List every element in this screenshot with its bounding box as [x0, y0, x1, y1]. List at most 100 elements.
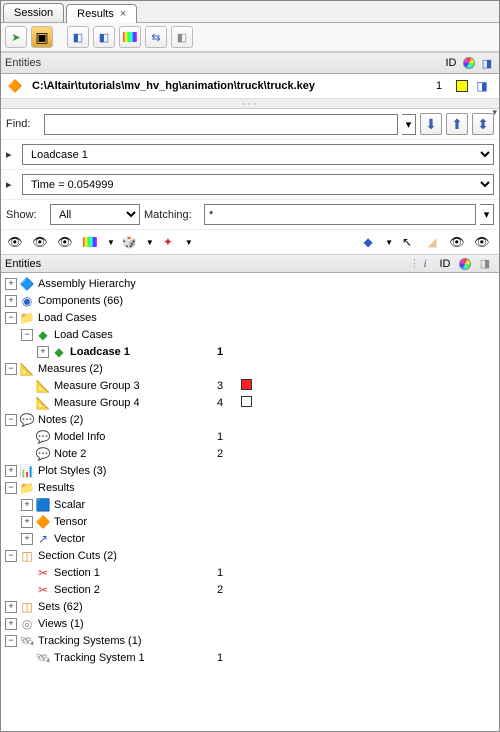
- expand-icon[interactable]: +: [5, 465, 17, 477]
- node-results[interactable]: − 📁 Results: [1, 479, 499, 496]
- node-modelinfo[interactable]: 💬 Model Info 1: [1, 428, 499, 445]
- loadcase-menu-arrow-icon[interactable]: ▸: [6, 148, 18, 161]
- node-mg3[interactable]: 📐 Measure Group 3 3: [1, 377, 499, 394]
- folder-icon: 📁: [19, 480, 35, 496]
- time-menu-arrow-icon[interactable]: ▸: [6, 178, 18, 191]
- collapse-icon[interactable]: −: [5, 482, 17, 494]
- cube-button-1[interactable]: ◧: [67, 26, 89, 48]
- cube-col-icon: ◨: [479, 55, 495, 71]
- node-scalar[interactable]: + 🟦 Scalar: [1, 496, 499, 513]
- collapse-icon[interactable]: −: [5, 363, 17, 375]
- axes-icon[interactable]: ✦: [160, 234, 176, 250]
- assembly-icon: 🔷: [19, 276, 35, 292]
- open-file-button[interactable]: ➤: [5, 26, 27, 48]
- show-select[interactable]: All: [50, 204, 140, 225]
- node-section2[interactable]: ✂ Section 2 2: [1, 581, 499, 598]
- sets-icon: ◫: [19, 599, 35, 615]
- entities-title: Entities: [5, 57, 441, 69]
- app-button[interactable]: ▣: [31, 26, 53, 48]
- node-section1[interactable]: ✂ Section 1 1: [1, 564, 499, 581]
- vector-icon: ↗: [35, 531, 51, 547]
- expand-icon[interactable]: +: [5, 618, 17, 630]
- find-input[interactable]: [44, 114, 398, 135]
- model-tree: + 🔷 Assembly Hierarchy + ◉ Components (6…: [1, 273, 499, 672]
- tracking-icon: 🛰: [35, 650, 51, 666]
- color-by-button[interactable]: [82, 234, 98, 250]
- find-prev-button[interactable]: ⬆: [446, 113, 468, 135]
- collapse-icon[interactable]: −: [21, 329, 33, 341]
- notes-icon: 💬: [19, 412, 35, 428]
- eye2-icon[interactable]: 👁: [32, 234, 48, 250]
- cube-menu-button[interactable]: ◆: [360, 234, 376, 250]
- paint-icon[interactable]: ◢: [424, 234, 440, 250]
- eye3-icon[interactable]: 👁: [57, 234, 73, 250]
- node-notes[interactable]: − 💬 Notes (2): [1, 411, 499, 428]
- matching-dropdown-arrow-icon[interactable]: ▾: [480, 204, 494, 225]
- measure-icon: 📐: [35, 378, 51, 394]
- node-views[interactable]: + ◎ Views (1): [1, 615, 499, 632]
- expand-icon[interactable]: +: [5, 601, 17, 613]
- node-loadcases-child[interactable]: − ◆ Load Cases: [1, 326, 499, 343]
- tab-results[interactable]: Results×: [66, 4, 137, 23]
- note-icon: 💬: [35, 429, 51, 445]
- components-icon: ◉: [19, 293, 35, 309]
- color-swatch[interactable]: [241, 379, 252, 390]
- node-loadcases[interactable]: − 📁 Load Cases: [1, 309, 499, 326]
- find-both-button[interactable]: ⬍: [472, 113, 494, 135]
- find-label: Find:: [6, 118, 40, 130]
- find-dropdown-arrow-icon[interactable]: ▾: [402, 114, 416, 135]
- loadcase-group-icon: ◆: [35, 327, 51, 343]
- node-track1[interactable]: 🛰 Tracking System 1 1: [1, 649, 499, 666]
- rainbow-button[interactable]: [119, 26, 141, 48]
- collapse-icon[interactable]: −: [5, 312, 17, 324]
- expand-icon[interactable]: +: [21, 533, 33, 545]
- loadcase-select[interactable]: Loadcase 1: [22, 144, 494, 165]
- file-vis-cube-icon[interactable]: ◨: [474, 78, 490, 94]
- cursor-icon[interactable]: ↖: [399, 234, 415, 250]
- tree-header: Entities ⋮ i ID ◨: [1, 255, 499, 273]
- draw-style-button[interactable]: 🎲: [121, 234, 137, 250]
- expand-icon[interactable]: +: [21, 516, 33, 528]
- node-loadcase1[interactable]: + ◆ Loadcase 1 1: [1, 343, 499, 360]
- section-icon: ✂: [35, 565, 51, 581]
- file-type-icon: 🔶: [7, 78, 23, 94]
- tensor-icon: 🔶: [35, 514, 51, 530]
- collapse-icon[interactable]: −: [5, 414, 17, 426]
- expand-icon[interactable]: +: [5, 278, 17, 290]
- node-tensor[interactable]: + 🔶 Tensor: [1, 513, 499, 530]
- tab-session[interactable]: Session: [3, 3, 64, 22]
- eye1-icon[interactable]: 👁: [7, 234, 23, 250]
- node-tracking[interactable]: − 🛰 Tracking Systems (1): [1, 632, 499, 649]
- node-note2[interactable]: 💬 Note 2 2: [1, 445, 499, 462]
- eye-plusminus-icon[interactable]: 👁: [449, 234, 465, 250]
- node-measures[interactable]: − 📐 Measures (2): [1, 360, 499, 377]
- find-next-button[interactable]: ⬇: [420, 113, 442, 135]
- expand-icon[interactable]: +: [5, 295, 17, 307]
- cube-grey-button[interactable]: ◧: [171, 26, 193, 48]
- node-vector[interactable]: + ↗ Vector: [1, 530, 499, 547]
- cube-add-button[interactable]: ◧: [93, 26, 115, 48]
- color-swatch[interactable]: [241, 396, 252, 407]
- file-id: 1: [436, 80, 450, 92]
- expand-icon[interactable]: +: [37, 346, 49, 358]
- matching-input[interactable]: [204, 204, 476, 225]
- file-entry-row[interactable]: 🔶 C:\Altair\tutorials\mv_hv_hg\animation…: [1, 74, 499, 99]
- expand-icon[interactable]: +: [21, 499, 33, 511]
- node-sectioncuts[interactable]: − ◫ Section Cuts (2): [1, 547, 499, 564]
- splitter-bar[interactable]: [1, 99, 499, 109]
- close-icon[interactable]: ×: [120, 8, 126, 20]
- node-sets[interactable]: + ◫ Sets (62): [1, 598, 499, 615]
- collapse-icon[interactable]: −: [5, 550, 17, 562]
- eye-count-icon[interactable]: 👁: [474, 234, 490, 250]
- node-plotstyles[interactable]: + 📊 Plot Styles (3): [1, 462, 499, 479]
- time-select[interactable]: Time = 0.054999: [22, 174, 494, 195]
- find-row: Find: ▾ ⬇ ⬆ ⬍: [1, 109, 499, 140]
- section-cuts-icon: ◫: [19, 548, 35, 564]
- share-button[interactable]: ⇆: [145, 26, 167, 48]
- node-components[interactable]: + ◉ Components (66): [1, 292, 499, 309]
- collapse-icon[interactable]: −: [5, 635, 17, 647]
- node-assembly[interactable]: + 🔷 Assembly Hierarchy: [1, 275, 499, 292]
- file-color-swatch[interactable]: [456, 80, 468, 92]
- panel-menu-arrow-icon[interactable]: ▾: [492, 107, 497, 118]
- node-mg4[interactable]: 📐 Measure Group 4 4: [1, 394, 499, 411]
